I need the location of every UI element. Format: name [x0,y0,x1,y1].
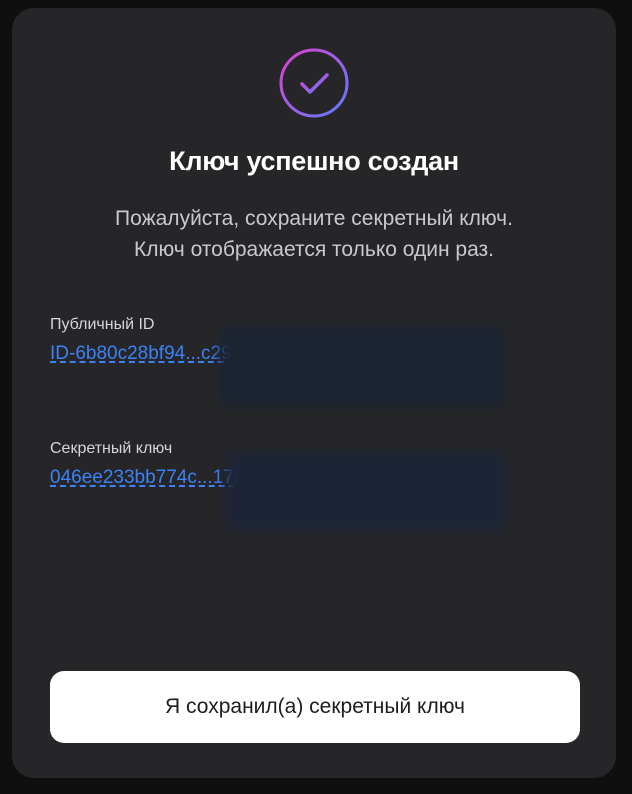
subtitle-line-2: Ключ отображается только один раз. [134,238,494,261]
secret-key-label: Секретный ключ [50,440,173,457]
public-id-redaction [220,328,506,406]
dialog-subtitle: Пожалуйста, сохраните секретный ключ. Кл… [12,203,616,265]
check-circle-icon [278,47,350,119]
subtitle-line-1: Пожалуйста, сохраните секретный ключ. [115,207,513,230]
key-created-dialog: Ключ успешно создан Пожалуйста, сохранит… [12,8,616,778]
secret-key-redaction [226,452,506,530]
dialog-title: Ключ успешно создан [169,146,459,176]
saved-secret-key-button[interactable]: Я сохранил(а) секретный ключ [50,671,580,743]
public-id-label: Публичный ID [50,316,155,333]
